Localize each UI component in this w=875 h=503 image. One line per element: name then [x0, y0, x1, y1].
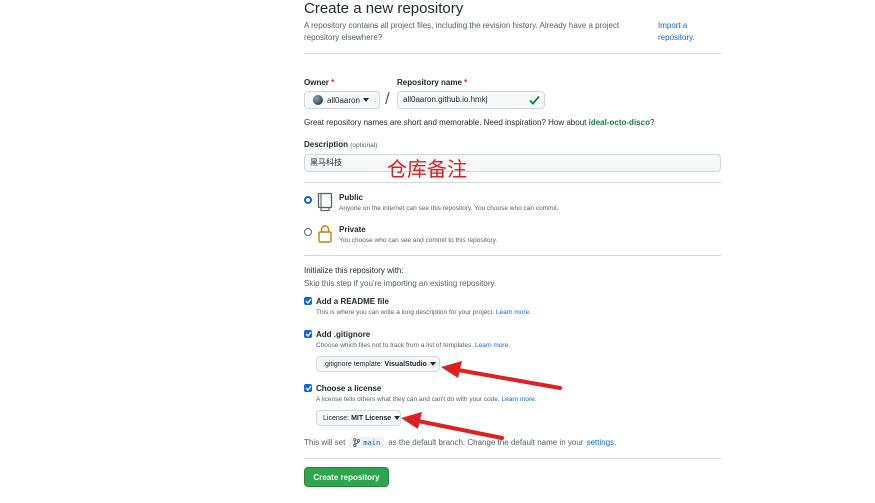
divider: [304, 255, 721, 256]
description-field[interactable]: 黑马科技: [304, 154, 721, 172]
init-subtext: Skip this step if you're importing an ex…: [304, 279, 497, 288]
check-icon: [305, 298, 312, 304]
license-desc: A license tells others what they can and…: [316, 396, 537, 403]
page-title: Create a new repository: [304, 0, 464, 17]
check-icon: [305, 385, 312, 391]
avatar: [313, 95, 323, 105]
branch-chip: main: [349, 437, 385, 448]
arrow-license: [401, 412, 504, 440]
check-icon: [305, 331, 312, 337]
description-value: 黑马科技: [310, 158, 342, 167]
annotation-arrows: [401, 361, 562, 440]
chevron-down-icon: [429, 362, 436, 366]
gitignore-label: Add .gitignore: [316, 330, 371, 339]
readme-desc: This is where you can write a long descr…: [316, 309, 531, 316]
learn-more-link[interactable]: Learn more.: [475, 342, 510, 349]
repo-name-hint: Great repository names are short and mem…: [304, 118, 655, 127]
license-label: Choose a license: [316, 384, 382, 393]
default-branch-note: This will set main as the default branch…: [304, 437, 617, 448]
check-icon: [529, 95, 540, 105]
learn-more-link[interactable]: Learn more.: [496, 309, 531, 316]
chevron-down-icon: [362, 98, 369, 102]
divider: [304, 458, 721, 459]
visibility-private-radio[interactable]: [304, 228, 312, 236]
chevron-down-icon: [394, 416, 401, 420]
lock-icon: [318, 225, 332, 243]
settings-link[interactable]: settings: [586, 438, 614, 447]
license-select[interactable]: License: MIT License: [316, 410, 401, 426]
arrow-gitignore: [441, 361, 562, 390]
repo-name-value: all0aaron.github.io.hmkj: [403, 95, 488, 104]
repo-icon: [317, 192, 333, 212]
visibility-public-desc: Anyone on the internet can see this repo…: [339, 205, 559, 212]
branch-icon: [353, 438, 361, 447]
repo-name-field[interactable]: all0aaron.github.io.hmkj: [397, 91, 545, 109]
owner-select[interactable]: all0aaron: [304, 91, 380, 109]
owner-label: Owner *: [304, 78, 335, 87]
divider: [304, 182, 721, 183]
owner-repo-separator: /: [385, 89, 390, 108]
name-suggestion-link[interactable]: ideal-octo-disco: [589, 118, 650, 127]
page-intro: A repository contains all project files,…: [304, 21, 620, 42]
repo-name-label: Repository name *: [397, 78, 468, 87]
import-repository-link[interactable]: Import a repository.: [658, 20, 718, 44]
gitignore-template-select[interactable]: .gitignore template: VisualStudio: [316, 356, 440, 372]
create-repository-button[interactable]: Create repository: [304, 467, 389, 487]
visibility-public-title: Public: [339, 193, 364, 202]
visibility-public-radio[interactable]: [304, 196, 312, 204]
divider: [304, 53, 721, 54]
visibility-private-title: Private: [339, 225, 366, 234]
readme-label: Add a README file: [316, 297, 389, 306]
description-label: Description (optional): [304, 140, 378, 149]
learn-more-link[interactable]: Learn more.: [502, 396, 537, 403]
visibility-private-desc: You choose who can see and commit to thi…: [339, 237, 498, 244]
readme-checkbox[interactable]: [304, 297, 312, 305]
license-checkbox[interactable]: [304, 384, 312, 392]
owner-value: all0aaron: [327, 95, 360, 105]
gitignore-desc: Choose which files not to track from a l…: [316, 342, 511, 349]
annotation-label: 仓库备注: [387, 157, 467, 181]
gitignore-checkbox[interactable]: [304, 330, 312, 338]
init-heading: Initialize this repository with:: [304, 266, 404, 275]
